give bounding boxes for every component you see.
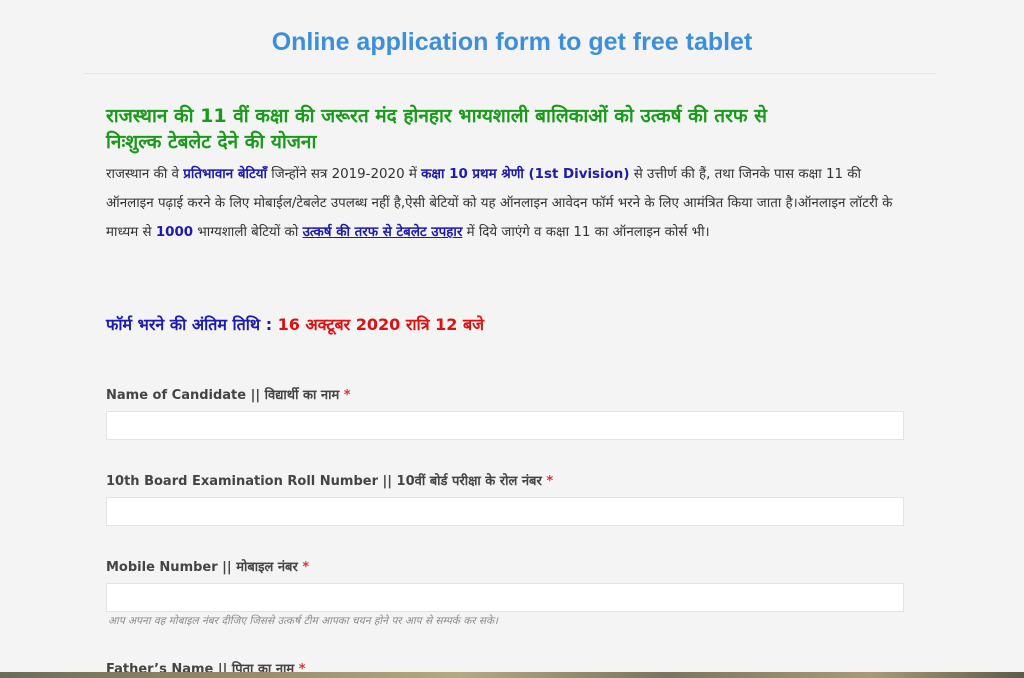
required-marker: * bbox=[343, 388, 351, 403]
background-image-strip bbox=[0, 672, 1024, 678]
title-divider bbox=[84, 73, 936, 74]
intro-text-5: में दिये जाएंगे व कक्षा 11 का ऑनलाइन कोर… bbox=[462, 225, 710, 240]
deadline-value: 16 अक्टूबर 2020 रात्रि 12 बजे bbox=[277, 315, 484, 334]
candidate-name-input[interactable] bbox=[106, 411, 904, 440]
intro-text-1: राजस्थान की वे bbox=[106, 167, 184, 182]
roll-number-label-text: 10th Board Examination Roll Number || 10… bbox=[106, 474, 542, 489]
scheme-heading: राजस्थान की 11 वीं कक्षा की जरूरत मंद हो… bbox=[106, 103, 906, 155]
deadline-text: फॉर्म भरने की अंतिम तिथि : 16 अक्टूबर 20… bbox=[106, 313, 484, 335]
mobile-number-hint: आप अपना वह मोबाइल नंबर दीजिए जिससे उत्कर… bbox=[108, 615, 499, 627]
intro-highlight-count: 1000 bbox=[155, 225, 194, 240]
mobile-number-label-text: Mobile Number || मोबाइल नंबर bbox=[106, 560, 298, 575]
page-title: Online application form to get free tabl… bbox=[271, 28, 753, 56]
intro-highlight-gift: उत्कर्ष की तरफ से टेबलेट उपहार bbox=[302, 225, 463, 240]
roll-number-label: 10th Board Examination Roll Number || 10… bbox=[106, 471, 553, 489]
intro-text-4: भाग्यशाली बेटियों को bbox=[193, 225, 303, 240]
required-marker: * bbox=[546, 474, 554, 489]
intro-highlight-class10: कक्षा 10 प्रथम श्रेणी (1st Division) bbox=[421, 167, 630, 182]
roll-number-input[interactable] bbox=[106, 497, 904, 526]
intro-text-2: जिन्होंने सत्र 2019-2020 में bbox=[266, 167, 422, 182]
candidate-name-label-text: Name of Candidate || विद्यार्थी का नाम bbox=[106, 388, 340, 403]
mobile-number-label: Mobile Number || मोबाइल नंबर * bbox=[106, 557, 309, 575]
scheme-heading-line2: निःशुल्क टेबलेट देने की योजना bbox=[106, 131, 317, 153]
scheme-heading-line1: राजस्थान की 11 वीं कक्षा की जरूरत मंद हो… bbox=[106, 105, 767, 127]
mobile-number-input[interactable] bbox=[106, 583, 904, 612]
intro-paragraph: राजस्थान की वे प्रतिभावान बेटियाँ जिन्हो… bbox=[106, 160, 906, 247]
deadline-label: फॉर्म भरने की अंतिम तिथि : bbox=[106, 315, 278, 334]
required-marker: * bbox=[302, 560, 310, 575]
candidate-name-label: Name of Candidate || विद्यार्थी का नाम * bbox=[106, 385, 351, 403]
intro-highlight-daughters: प्रतिभावान बेटियाँ bbox=[183, 167, 267, 182]
